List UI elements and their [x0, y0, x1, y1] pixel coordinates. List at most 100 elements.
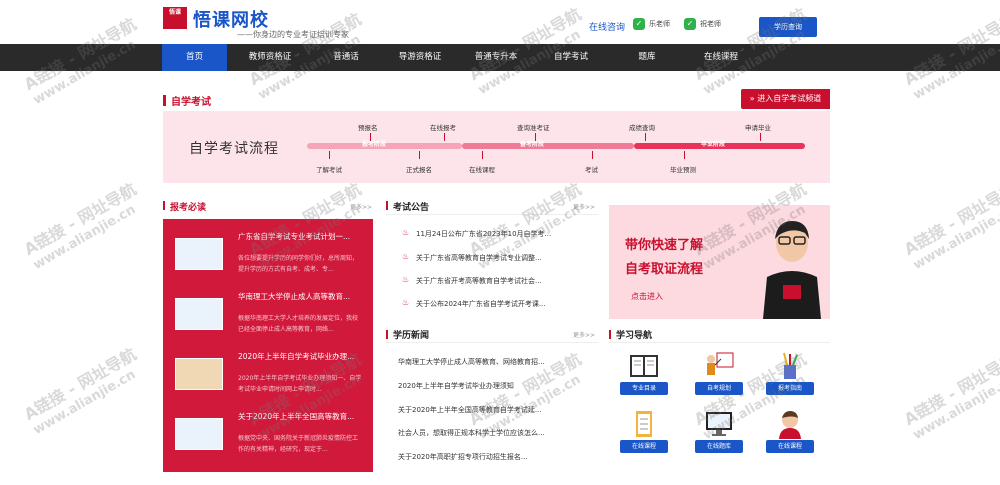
column-title-must-read: 报考必读 [170, 203, 207, 213]
student-avatar-icon [779, 411, 801, 439]
must-read-panel: 广东省自学考试专业考试计划一... 各位想要提升学历的同学你们好，总所周知，提升… [163, 219, 373, 472]
flow-step: 正式报名 [406, 166, 432, 174]
flow-step: 了解考试 [316, 166, 342, 174]
news-card-desc: 根据党中央、国务院关于新冠肺炎疫情防控工作的有关精神，经研究，现定于... [238, 435, 359, 453]
nav-item-self-exam[interactable]: 自学考试 [538, 44, 604, 71]
notice-link[interactable]: 关于公布2024年广东省自学考试开考课... [416, 299, 566, 309]
study-nav-card[interactable]: 在线课程 [614, 409, 674, 457]
column-marker [163, 201, 165, 210]
teacher-contact-1[interactable]: ✓ 乐老师 [633, 18, 670, 30]
section-title: 自学考试 [171, 97, 211, 108]
section-marker [163, 95, 166, 106]
promo-banner[interactable]: 带你快速了解 自考取证流程 点击进入 [609, 205, 830, 319]
column-title-study-nav: 学习导航 [616, 331, 653, 341]
flow-tick [329, 151, 330, 159]
watermark: A链接 - 网址导航 www.alianjie.cn [900, 349, 1000, 443]
hot-fire-icon: ♨ [402, 252, 410, 261]
flow-tick [760, 133, 761, 141]
news-thumbnail [175, 358, 223, 390]
news-card[interactable]: 华南理工大学停止成人高等教育... 根据华南理工大学人才培养的发展定位，我校已经… [163, 285, 373, 345]
nav-item-tour-guide[interactable]: 导游资格证 [387, 44, 453, 71]
promo-enter-link[interactable]: 点击进入 [631, 291, 663, 302]
flow-step: 申请毕业 [745, 124, 771, 132]
news-link[interactable]: 关于2020年上半年全国高等教育自学考试延... [398, 405, 563, 415]
notice-link[interactable]: 关于广东省高等教育自学考试专业调整... [416, 253, 566, 263]
main-nav: 首页 教师资格证 普通话 导游资格证 普通专升本 自学考试 题库 在线课程 [0, 44, 1000, 71]
nav-item-teacher-cert[interactable]: 教师资格证 [237, 44, 303, 71]
nav-item-upgrade[interactable]: 普通专升本 [463, 44, 529, 71]
teacher-photo [763, 221, 821, 319]
arrow-icon: » [749, 94, 755, 103]
nav-item-question-bank[interactable]: 题库 [614, 44, 680, 71]
study-nav-button[interactable]: 自考规划 [695, 382, 743, 395]
news-card-desc: 各位想要提升学历的同学你们好，总所周知，提升学历的方式有自考、成考、专... [238, 255, 359, 273]
news-card-title: 关于2020年上半年全国高等教育... [238, 412, 355, 421]
notice-link[interactable]: 11月24日公布广东省2023年10月自学考... [416, 229, 566, 239]
flow-step: 查询准考证 [517, 124, 550, 132]
promo-headline: 带你快速了解 [625, 238, 704, 253]
flow-tick [645, 133, 646, 141]
news-link[interactable]: 2020年上半年自学考试毕业办理须知 [398, 381, 563, 391]
flow-tick [684, 151, 685, 159]
flow-step: 毕业预测 [670, 166, 696, 174]
education-query-button[interactable]: 学历查询 [759, 17, 817, 37]
logo-mark[interactable]: 悟课 [163, 7, 187, 29]
nav-item-online-course[interactable]: 在线课程 [688, 44, 754, 71]
news-card-title: 华南理工大学停止成人高等教育... [238, 292, 351, 301]
news-card-title: 2020年上半年自学考试毕业办理... [238, 352, 355, 361]
news-card-title: 广东省自学考试专业考试计划一... [238, 232, 351, 241]
book-icon [630, 355, 658, 377]
flow-tick [482, 151, 483, 159]
study-nav-card[interactable]: 在线课程 [760, 409, 820, 457]
news-link[interactable]: 关于2020年高职扩招专项行动招生报名... [398, 452, 563, 462]
flow-title: 自学考试流程 [189, 141, 279, 157]
flow-phase: 报考阶段 [362, 141, 387, 148]
news-link[interactable]: 社会人员，想取得正规本科学士学位应该怎么... [398, 428, 563, 438]
news-card[interactable]: 广东省自学考试专业考试计划一... 各位想要提升学历的同学你们好，总所周知，提升… [163, 225, 373, 285]
flow-phase: 毕业阶段 [701, 141, 726, 148]
divider [609, 342, 830, 343]
study-nav-card[interactable]: 报考指南 [760, 351, 820, 399]
news-card-desc: 根据华南理工大学人才培养的发展定位，我校已经全面停止成人高等教育，网络... [238, 315, 359, 333]
column-marker [609, 330, 611, 339]
study-nav-button[interactable]: 报考指南 [766, 382, 814, 395]
teacher-contact-2[interactable]: ✓ 祝老师 [684, 18, 721, 30]
teacher-name: 祝老师 [700, 20, 721, 28]
news-thumbnail [175, 418, 223, 450]
online-consult-label[interactable]: 在线咨询 [589, 20, 625, 33]
study-nav-button[interactable]: 在线课程 [620, 440, 668, 453]
notice-link[interactable]: 关于广东省开考高等教育自学考试社会... [416, 276, 566, 286]
news-card[interactable]: 关于2020年上半年全国高等教育... 根据党中央、国务院关于新冠肺炎疫情防控工… [163, 405, 373, 465]
flow-step: 考试 [585, 166, 598, 174]
study-nav-button[interactable]: 在线题库 [695, 440, 743, 453]
news-link[interactable]: 华南理工大学停止成人高等教育、网络教育招... [398, 357, 563, 367]
study-nav-card[interactable]: 在线题库 [689, 409, 749, 457]
wechat-icon: ✓ [684, 18, 696, 30]
nav-item-mandarin[interactable]: 普通话 [313, 44, 379, 71]
nav-item-home[interactable]: 首页 [162, 44, 227, 71]
flow-tick [419, 151, 420, 159]
flow-phase-bar-2 [462, 143, 634, 149]
study-nav-button[interactable]: 在线课程 [766, 440, 814, 453]
teacher-board-icon [707, 352, 734, 375]
exam-flow-banner[interactable]: 自学考试流程 报考阶段 备考阶段 毕业阶段 预报名 在线报考 查询准考证 成绩查… [163, 111, 830, 183]
flow-tick [535, 133, 536, 141]
flow-tick [592, 151, 593, 159]
flow-tick [370, 133, 371, 141]
more-link[interactable]: 更多>> [350, 202, 372, 211]
more-link[interactable]: 更多>> [573, 202, 595, 211]
study-nav-card[interactable]: 专业目录 [614, 351, 674, 399]
pencil-cup-icon [783, 352, 798, 379]
watermark: A链接 - 网址导航 www.alianjie.cn [20, 344, 140, 438]
flow-phase: 备考阶段 [520, 141, 545, 148]
study-nav-button[interactable]: 专业目录 [620, 382, 668, 395]
news-card[interactable]: 2020年上半年自学考试毕业办理... 2020年上半年自学考试毕业办理须知一、… [163, 345, 373, 405]
news-card-desc: 2020年上半年自学考试毕业办理须知一、自学考试毕业申请时间网上申请时... [238, 375, 362, 393]
study-nav-card[interactable]: 自考规划 [689, 351, 749, 399]
flow-step: 成绩查询 [629, 124, 655, 132]
more-link[interactable]: 更多>> [573, 330, 595, 339]
watermark: A链接 - 网址导航 www.alianjie.cn [900, 179, 1000, 273]
enter-channel-button[interactable]: » 进入自学考试频道 [741, 89, 830, 109]
monitor-icon [706, 412, 732, 436]
divider [386, 214, 598, 215]
